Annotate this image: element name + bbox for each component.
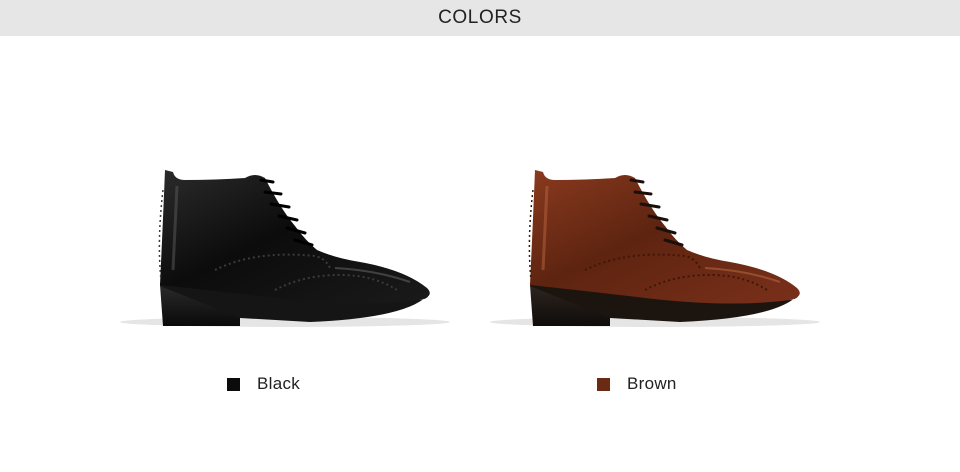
brown-boot-image[interactable] xyxy=(475,150,835,350)
colors-header: COLORS xyxy=(0,0,960,36)
section-title: COLORS xyxy=(438,7,522,28)
brown-swatch xyxy=(597,377,610,391)
brown-brogue-boot-icon xyxy=(490,170,820,327)
color-label-black: Black xyxy=(257,374,301,393)
color-option-black[interactable]: Black xyxy=(227,372,300,396)
black-boot-image[interactable] xyxy=(105,150,465,350)
black-brogue-boot-icon xyxy=(120,170,450,327)
color-option-brown[interactable]: Brown xyxy=(597,372,677,396)
black-swatch xyxy=(227,377,240,391)
color-label-brown: Brown xyxy=(627,374,677,393)
